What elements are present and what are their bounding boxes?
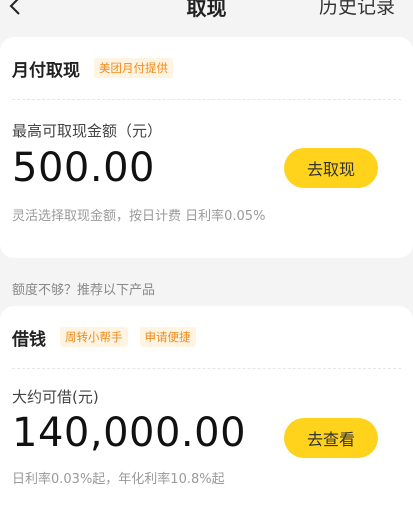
recommend-hint: 额度不够？推荐以下产品 [12, 283, 156, 298]
card-divider [12, 99, 401, 100]
card-header: 月付取现 美团月付提供 [12, 37, 401, 99]
card-title: 借钱 [12, 329, 46, 350]
withdraw-cash-button[interactable]: 去取现 [284, 148, 378, 188]
history-link[interactable]: 历史记录 [319, 0, 395, 19]
monthly-pay-cash-card: 月付取现 美团月付提供 最高可取现金额（元） 500.00 去取现 灵活选择取现… [0, 37, 413, 258]
feature-badge: 周转小帮手 [60, 327, 128, 347]
interest-note: 灵活选择取现金额，按日计费 日利率0.05% [12, 209, 266, 224]
feature-badge: 申请便捷 [139, 327, 196, 347]
card-divider [12, 368, 401, 369]
card-title: 月付取现 [12, 60, 80, 81]
top-nav-bar: 取现 历史记录 [0, 0, 413, 26]
view-loan-button[interactable]: 去查看 [284, 418, 378, 458]
max-amount-value: 500.00 [12, 145, 155, 191]
loan-amount-label: 大约可借(元) [12, 388, 99, 406]
page: 取现 历史记录 月付取现 美团月付提供 最高可取现金额（元） 500.00 去取… [0, 0, 413, 506]
max-amount-label: 最高可取现金额（元） [12, 122, 163, 140]
card-header: 借钱 周转小帮手 申请便捷 [12, 306, 401, 368]
loan-card[interactable]: 借钱 周转小帮手 申请便捷 大约可借(元) 140,000.00 去查看 日利率… [0, 306, 413, 506]
provider-badge: 美团月付提供 [94, 58, 173, 78]
loan-amount-value: 140,000.00 [12, 410, 247, 456]
loan-interest-note: 日利率0.03%起，年化利率10.8%起 [12, 472, 225, 487]
